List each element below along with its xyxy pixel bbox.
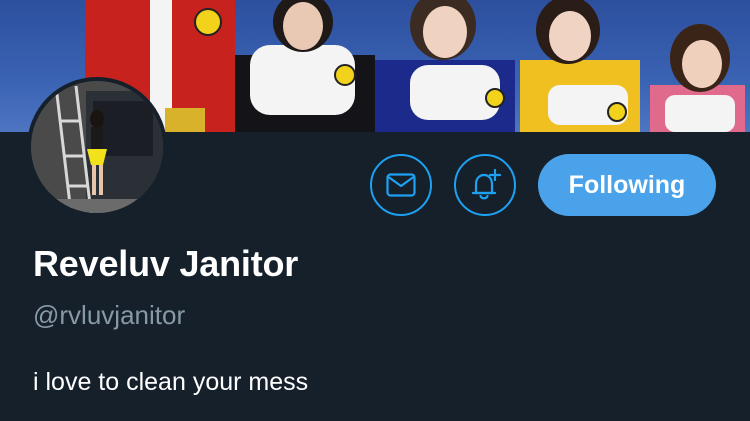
notification-button[interactable]	[454, 154, 516, 216]
envelope-icon	[386, 173, 416, 197]
message-button[interactable]	[370, 154, 432, 216]
avatar-image	[31, 81, 163, 213]
profile-bio: i love to clean your mess	[33, 368, 309, 396]
following-button[interactable]: Following	[538, 154, 716, 216]
user-handle: @rvluvjanitor	[33, 300, 186, 330]
display-name: Reveluv Janitor	[33, 243, 299, 284]
bell-plus-icon	[471, 168, 502, 200]
profile-avatar[interactable]	[27, 77, 167, 217]
